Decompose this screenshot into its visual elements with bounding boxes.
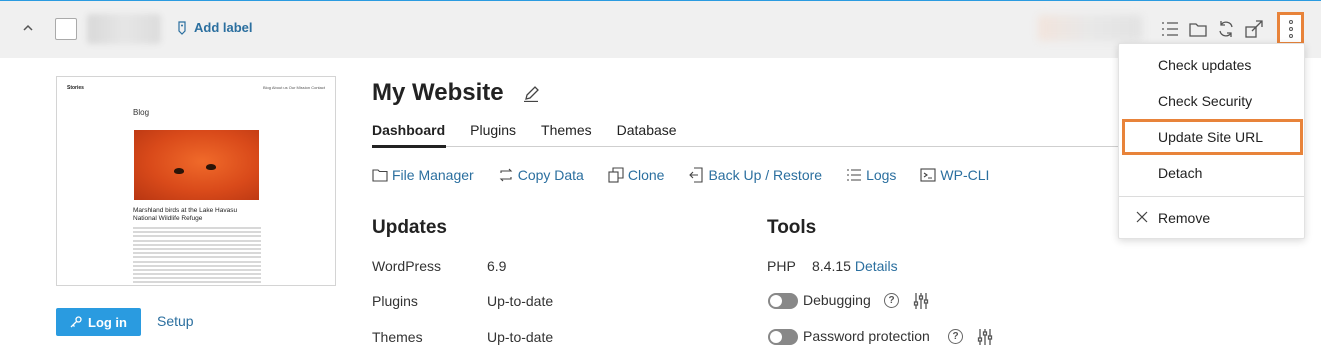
quick-actions: File Manager Copy Data Clone Back Up / R… bbox=[372, 167, 1013, 183]
plugins-status: Up-to-date bbox=[487, 293, 554, 309]
action-label: File Manager bbox=[392, 167, 474, 183]
login-button[interactable]: Log in bbox=[56, 308, 141, 336]
tabs-divider bbox=[372, 146, 1118, 147]
list-view-icon[interactable] bbox=[1160, 19, 1180, 39]
menu-item-update-site-url[interactable]: Update Site URL bbox=[1122, 119, 1303, 155]
dot-icon bbox=[1288, 33, 1293, 38]
blurred-site-name bbox=[87, 14, 161, 44]
add-label-text: Add label bbox=[194, 20, 253, 35]
php-label: PHP bbox=[767, 258, 796, 274]
folder-icon[interactable] bbox=[1188, 19, 1208, 39]
logs-link[interactable]: Logs bbox=[846, 167, 896, 183]
copy-data-link[interactable]: Copy Data bbox=[498, 167, 584, 183]
add-label-button[interactable]: Add label bbox=[176, 20, 253, 35]
setup-link[interactable]: Setup bbox=[157, 313, 194, 329]
updates-title: Updates bbox=[372, 217, 447, 238]
site-select-checkbox[interactable] bbox=[55, 18, 77, 40]
copy-data-icon bbox=[499, 168, 513, 182]
password-protection-toggle[interactable] bbox=[768, 329, 798, 345]
more-options-menu: Check updates Check Security Update Site… bbox=[1118, 43, 1305, 239]
refresh-icon[interactable] bbox=[1216, 19, 1236, 39]
php-version: 8.4.15 Details bbox=[812, 258, 898, 274]
pencil-icon[interactable] bbox=[523, 86, 539, 103]
thumbnail-heading: Blog bbox=[133, 108, 150, 117]
help-icon[interactable]: ? bbox=[948, 329, 963, 344]
menu-divider bbox=[1119, 196, 1304, 197]
dot-icon bbox=[1288, 19, 1293, 24]
action-label: Back Up / Restore bbox=[708, 167, 823, 183]
bird-shape bbox=[174, 168, 184, 174]
debugging-label: Debugging bbox=[803, 292, 871, 308]
tab-plugins[interactable]: Plugins bbox=[470, 122, 516, 146]
logs-icon bbox=[847, 169, 862, 181]
tab-themes[interactable]: Themes bbox=[541, 122, 592, 146]
clone-icon bbox=[608, 167, 624, 183]
backup-restore-link[interactable]: Back Up / Restore bbox=[688, 167, 822, 183]
wordpress-label: WordPress bbox=[372, 258, 441, 274]
wp-cli-link[interactable]: WP-CLI bbox=[920, 167, 989, 183]
dot-icon bbox=[1288, 26, 1293, 31]
password-protection-label: Password protection bbox=[803, 328, 930, 344]
plugins-label: Plugins bbox=[372, 293, 418, 309]
tools-title: Tools bbox=[767, 217, 817, 238]
menu-item-check-updates[interactable]: Check updates bbox=[1119, 47, 1304, 83]
thumbnail-site-name: Stories bbox=[67, 85, 84, 91]
thumbnail-caption: Marshland birds at the Lake Havasu Natio… bbox=[133, 207, 238, 222]
menu-item-remove[interactable]: Remove bbox=[1119, 200, 1304, 236]
clone-link[interactable]: Clone bbox=[608, 167, 665, 183]
file-manager-link[interactable]: File Manager bbox=[372, 167, 474, 183]
thumbnail-hero-image bbox=[134, 130, 259, 200]
blurred-site-url bbox=[1038, 15, 1142, 41]
key-icon bbox=[70, 316, 82, 328]
tab-database[interactable]: Database bbox=[617, 122, 677, 146]
tag-icon bbox=[178, 20, 186, 35]
open-external-icon[interactable] bbox=[1244, 19, 1264, 39]
sliders-icon[interactable] bbox=[977, 328, 993, 346]
site-preview-thumbnail[interactable]: Stories Blog About us Our Mission Contac… bbox=[56, 76, 336, 286]
bird-shape bbox=[206, 164, 216, 170]
active-tab-indicator bbox=[372, 145, 446, 148]
thumbnail-body-text bbox=[133, 227, 261, 285]
help-icon[interactable]: ? bbox=[884, 293, 899, 308]
themes-label: Themes bbox=[372, 329, 423, 345]
themes-status: Up-to-date bbox=[487, 329, 554, 345]
site-tabs: Dashboard Plugins Themes Database bbox=[372, 122, 677, 146]
backup-icon bbox=[689, 167, 704, 183]
wordpress-version: 6.9 bbox=[487, 258, 507, 274]
php-details-link[interactable]: Details bbox=[855, 258, 898, 274]
page-title: My Website bbox=[372, 79, 504, 106]
php-version-number: 8.4.15 bbox=[812, 258, 851, 274]
thumbnail-nav: Blog About us Our Mission Contact bbox=[262, 85, 325, 90]
folder-icon bbox=[372, 169, 388, 182]
action-label: Copy Data bbox=[517, 167, 584, 183]
collapse-chevron-icon[interactable] bbox=[20, 19, 36, 37]
more-options-button[interactable] bbox=[1277, 12, 1304, 45]
tab-dashboard[interactable]: Dashboard bbox=[372, 122, 445, 146]
menu-item-check-security[interactable]: Check Security bbox=[1119, 83, 1304, 119]
sliders-icon[interactable] bbox=[913, 292, 929, 310]
action-label: WP-CLI bbox=[940, 167, 990, 183]
debugging-toggle[interactable] bbox=[768, 293, 798, 309]
login-label: Log in bbox=[88, 314, 127, 330]
action-label: Logs bbox=[866, 167, 897, 183]
menu-item-detach[interactable]: Detach bbox=[1119, 155, 1304, 191]
terminal-icon bbox=[920, 168, 936, 182]
action-label: Clone bbox=[627, 167, 665, 183]
